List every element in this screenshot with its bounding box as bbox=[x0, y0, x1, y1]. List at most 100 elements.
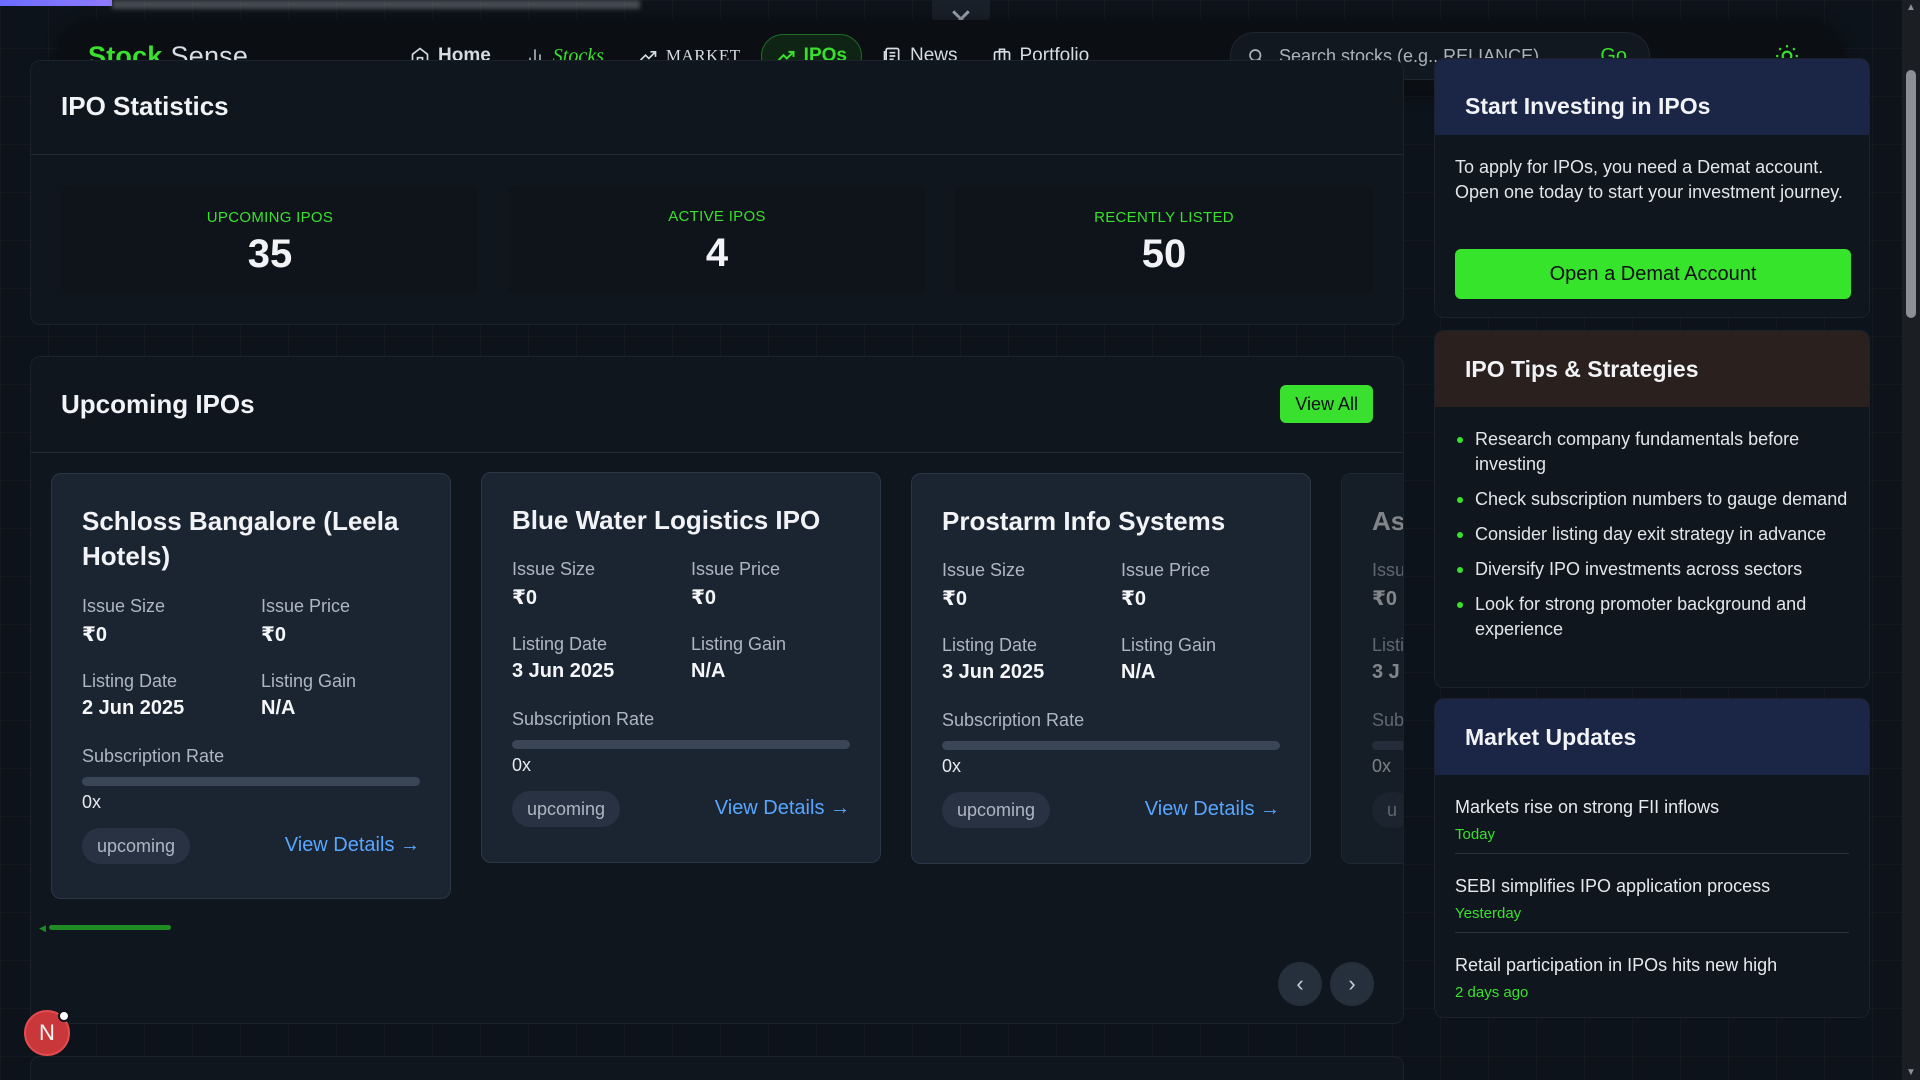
market-updates-title: Market Updates bbox=[1435, 699, 1869, 775]
subscription-rate-value: 0x bbox=[1372, 756, 1392, 776]
listing-date-label: Listing Date bbox=[942, 635, 1038, 655]
update-time: Yesterday bbox=[1455, 905, 1522, 922]
subscription-progress-bar bbox=[82, 777, 420, 786]
ipo-name: Prostarm Info Systems bbox=[942, 506, 1226, 536]
start-investing-card: Start Investing in IPOs To apply for IPO… bbox=[1434, 58, 1870, 318]
stat-label: ACTIVE IPOS bbox=[668, 208, 766, 225]
listing-gain-value: N/A bbox=[1121, 661, 1156, 683]
listing-gain-value: N/A bbox=[691, 660, 726, 682]
subscription-progress-bar bbox=[1372, 741, 1403, 750]
issue-size-value: ₹0 bbox=[942, 588, 968, 610]
update-title: Markets rise on strong FII inflows bbox=[1455, 797, 1720, 817]
carousel-scroll-thumb[interactable] bbox=[49, 925, 171, 930]
issue-size-value: ₹0 bbox=[512, 587, 538, 609]
ipo-card[interactable]: Schloss Bangalore (Leela Hotels) Issue S… bbox=[51, 473, 451, 899]
issue-size-label: Issue Size bbox=[942, 560, 1026, 580]
listing-date-value: 3 J bbox=[1372, 661, 1400, 683]
stat-label: UPCOMING IPOS bbox=[206, 209, 334, 226]
market-update-item[interactable]: SEBI simplifies IPO application process … bbox=[1455, 854, 1849, 933]
list-item: Consider listing day exit strategy in ad… bbox=[1455, 522, 1849, 547]
listing-gain-value: N/A bbox=[261, 697, 296, 719]
divider bbox=[31, 154, 1403, 155]
listing-date-label: Listing Date bbox=[1372, 635, 1404, 655]
chevron-right-icon: › bbox=[1348, 971, 1356, 996]
open-demat-account-button[interactable]: Open a Demat Account bbox=[1455, 249, 1851, 299]
status-badge: upcoming bbox=[942, 792, 1051, 828]
scroll-down-arrow-icon[interactable]: ▼ bbox=[1906, 1067, 1916, 1078]
issue-price-label: Issue Price bbox=[691, 559, 781, 579]
issue-size-label: Issue Size bbox=[1372, 560, 1403, 580]
market-update-item[interactable]: Markets rise on strong FII inflows Today bbox=[1455, 775, 1849, 854]
listing-date-value: 3 Jun 2025 bbox=[512, 660, 615, 682]
notification-dot bbox=[58, 1010, 70, 1022]
scroll-up-arrow-icon[interactable]: ▲ bbox=[1906, 2, 1916, 13]
issue-price-value: ₹0 bbox=[261, 624, 287, 646]
ipo-name: As bbox=[1372, 506, 1404, 536]
issue-size-label: Issue Size bbox=[512, 559, 596, 579]
subscription-rate-label: Subscription Rate bbox=[942, 710, 1085, 730]
subscription-rate-label: Subscription Rate bbox=[82, 746, 225, 766]
listing-date-value: 3 Jun 2025 bbox=[942, 661, 1045, 683]
carousel-prev-button[interactable]: ‹ bbox=[1278, 962, 1322, 1006]
carousel-scrollbar[interactable]: ◀ bbox=[39, 923, 179, 934]
ipo-card[interactable]: As Issue Size ₹0 Listing Date 3 J Subscr… bbox=[1341, 473, 1404, 864]
ipo-tips-card: IPO Tips & Strategies Research company f… bbox=[1434, 330, 1870, 688]
stat-recently-listed: RECENTLY LISTED 50 bbox=[955, 185, 1373, 295]
issue-price-value: ₹0 bbox=[1121, 588, 1147, 610]
stat-active-ipos: ACTIVE IPOS 4 bbox=[508, 185, 926, 295]
subscription-rate-label: Subscription Rate bbox=[1372, 710, 1404, 730]
page-loading-strip bbox=[0, 0, 640, 9]
ipo-name: Schloss Bangalore (Leela Hotels) bbox=[82, 506, 399, 571]
subscription-rate-value: 0x bbox=[512, 755, 532, 775]
list-item: Look for strong promoter background and … bbox=[1455, 592, 1849, 642]
ipo-card[interactable]: Blue Water Logistics IPO Issue Size ₹0 I… bbox=[481, 472, 881, 863]
listing-gain-label: Listing Gain bbox=[261, 671, 357, 691]
listing-date-value: 2 Jun 2025 bbox=[82, 697, 185, 719]
next-section-panel bbox=[30, 1056, 1404, 1080]
carousel-next-button[interactable]: › bbox=[1330, 962, 1374, 1006]
status-badge: upcoming bbox=[512, 791, 621, 827]
divider bbox=[31, 452, 1403, 453]
stat-value: 4 bbox=[705, 231, 729, 275]
ipo-card[interactable]: Prostarm Info Systems Issue Size ₹0 Issu… bbox=[911, 473, 1311, 864]
ipo-tips-title: IPO Tips & Strategies bbox=[1435, 331, 1869, 407]
update-time: Today bbox=[1455, 826, 1496, 843]
issue-size-label: Issue Size bbox=[82, 596, 166, 616]
listing-date-label: Listing Date bbox=[512, 634, 608, 654]
subscription-rate-value: 0x bbox=[942, 756, 962, 776]
scroll-left-arrow-icon[interactable]: ◀ bbox=[39, 923, 46, 934]
list-item: Check subscription numbers to gauge dema… bbox=[1455, 487, 1849, 512]
upcoming-ipos-title: Upcoming IPOs bbox=[61, 389, 255, 419]
upcoming-ipos-panel: Upcoming IPOs View All Schloss Bangalore… bbox=[30, 356, 1404, 1024]
ipo-statistics-title: IPO Statistics bbox=[61, 91, 229, 121]
ipo-name: Blue Water Logistics IPO bbox=[512, 505, 821, 535]
ipo-tips-list: Research company fundamentals before inv… bbox=[1435, 407, 1869, 642]
view-details-link[interactable]: View Details → bbox=[1145, 798, 1280, 821]
market-update-item[interactable]: Retail participation in IPOs hits new hi… bbox=[1455, 933, 1849, 1011]
avatar[interactable]: N bbox=[24, 1010, 70, 1056]
subscription-progress-bar bbox=[942, 741, 1280, 750]
list-item: Research company fundamentals before inv… bbox=[1455, 427, 1849, 477]
status-badge: upcoming bbox=[82, 828, 191, 864]
avatar-initial: N bbox=[39, 1020, 55, 1045]
view-details-link[interactable]: View Details → bbox=[285, 834, 420, 857]
issue-price-label: Issue Price bbox=[1121, 560, 1211, 580]
stat-value: 50 bbox=[1141, 232, 1187, 276]
update-title: Retail participation in IPOs hits new hi… bbox=[1455, 955, 1778, 975]
page-scrollbar[interactable]: ▲ ▼ bbox=[1902, 0, 1920, 1080]
ipo-statistics-panel: IPO Statistics UPCOMING IPOS 35 ACTIVE I… bbox=[30, 60, 1404, 325]
subscription-progress-bar bbox=[512, 740, 850, 749]
update-time: 2 days ago bbox=[1455, 984, 1529, 1001]
issue-size-value: ₹0 bbox=[1372, 588, 1398, 610]
page-scroll-thumb[interactable] bbox=[1906, 70, 1916, 318]
status-badge: u bbox=[1372, 792, 1403, 828]
listing-gain-label: Listing Gain bbox=[691, 634, 787, 654]
view-details-link[interactable]: View Details → bbox=[715, 797, 850, 820]
stat-value: 35 bbox=[247, 232, 293, 276]
subscription-rate-label: Subscription Rate bbox=[512, 709, 655, 729]
chevron-left-icon: ‹ bbox=[1296, 971, 1304, 996]
view-all-button[interactable]: View All bbox=[1280, 385, 1373, 423]
market-updates-card: Market Updates Markets rise on strong FI… bbox=[1434, 698, 1870, 1018]
issue-price-value: ₹0 bbox=[691, 587, 717, 609]
start-investing-text: To apply for IPOs, you need a Demat acco… bbox=[1455, 157, 1843, 202]
